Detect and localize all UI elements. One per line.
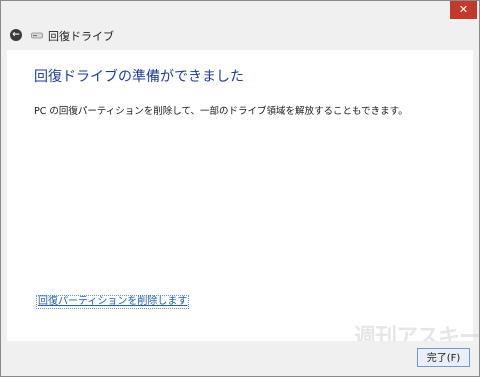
title-bar: ✕: [1, 1, 479, 23]
description-text: PC の回復パーティションを削除して、一部のドライブ領域を解放することもできます…: [34, 106, 408, 117]
close-icon: ✕: [458, 3, 469, 16]
footer-bar: 完了(F): [1, 341, 479, 376]
delete-recovery-partition-link[interactable]: 回復パーティションを削除します: [36, 295, 190, 309]
finish-button[interactable]: 完了(F): [417, 348, 470, 367]
content-panel: 回復ドライブの準備ができました PC の回復パーティションを削除して、一部のドラ…: [7, 50, 473, 341]
back-arrow-icon: ←: [12, 30, 20, 40]
close-button[interactable]: ✕: [450, 1, 477, 19]
wizard-header: ← 回復ドライブ: [1, 23, 479, 49]
header-title: 回復ドライブ: [48, 30, 114, 43]
back-button[interactable]: ←: [10, 29, 22, 41]
recovery-drive-window: ✕ ← 回復ドライブ 回復ドライブの準備ができました PC の回復パーティション…: [0, 0, 480, 377]
drive-icon: [31, 32, 43, 39]
main-heading: 回復ドライブの準備ができました: [34, 69, 244, 85]
